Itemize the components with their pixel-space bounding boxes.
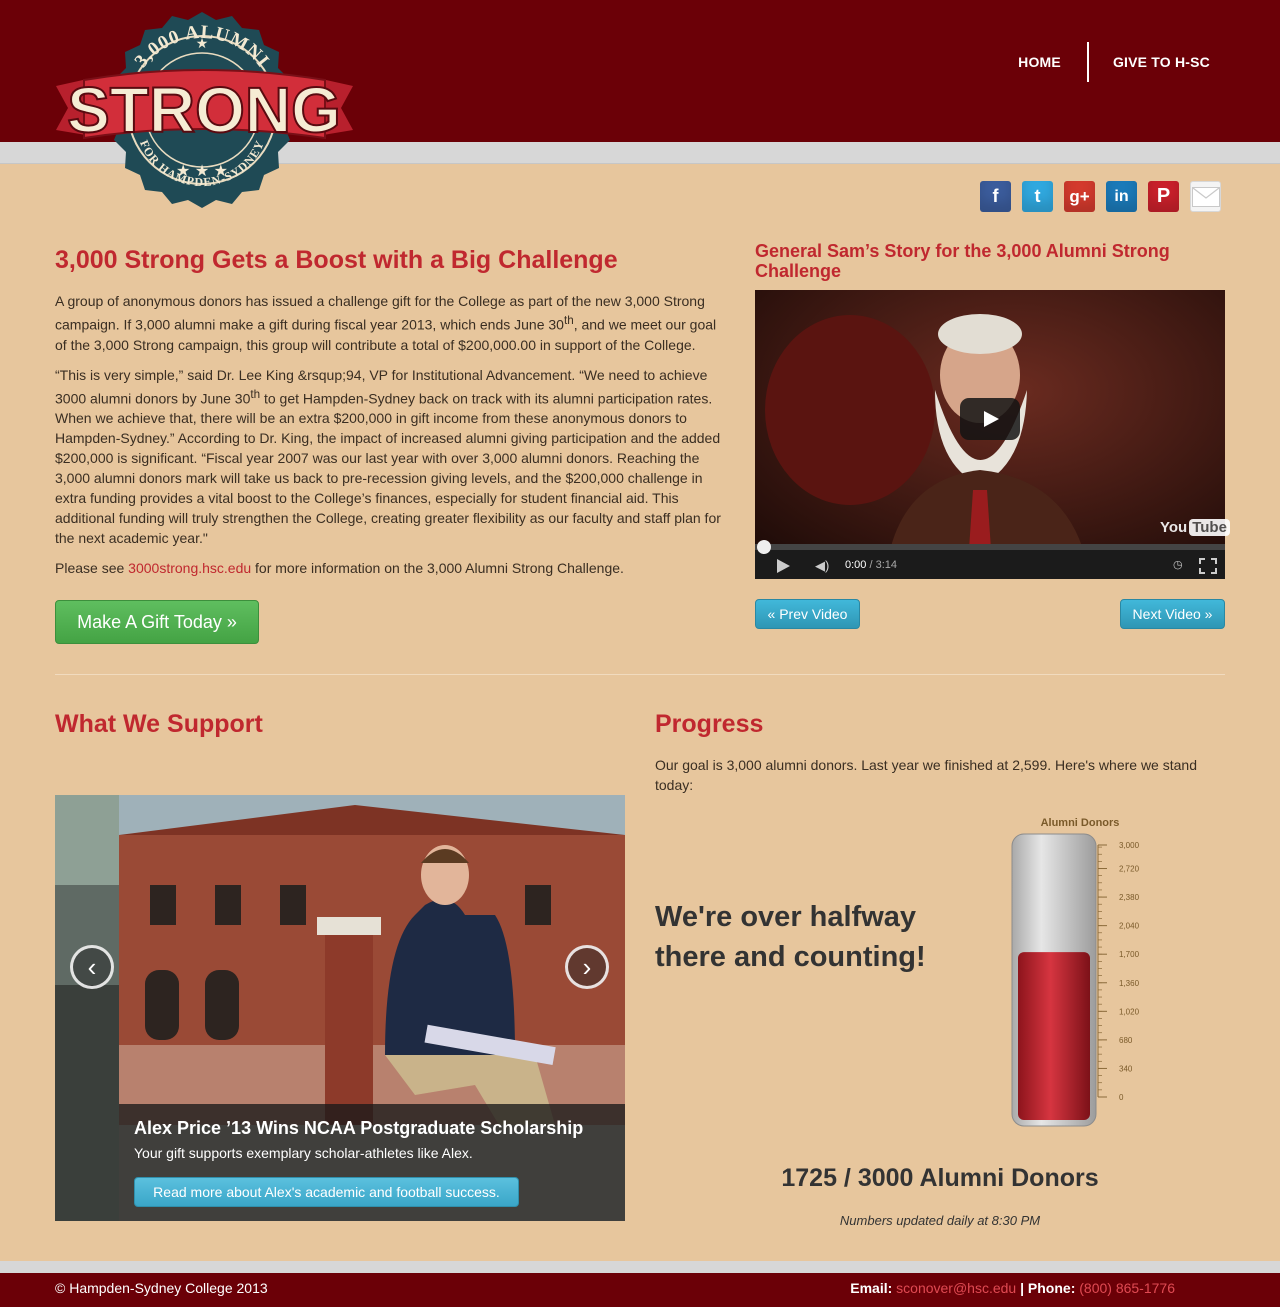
watch-later-icon[interactable]: ◷: [1173, 558, 1183, 571]
strong-logo[interactable]: 3,000 ALUMNI FOR HAMPDEN-SYDNEY STRONG ★…: [52, 8, 357, 218]
article-paragraph-2: “This is very simple,” said Dr. Lee King…: [55, 366, 721, 547]
thermometer-fill: [1018, 952, 1090, 1120]
svg-text:★ ★ ★: ★ ★ ★: [176, 163, 228, 180]
twitter-icon[interactable]: t: [1022, 181, 1053, 212]
footer-phone-link[interactable]: (800) 865-1776: [1079, 1280, 1175, 1296]
linkedin-icon[interactable]: in: [1106, 181, 1137, 212]
donor-thermometer-chart: Alumni Donors 3,000 2,720 2,380 2,040 1,700 1…: [1011, 817, 1140, 1127]
article-paragraph-3: Please see 3000strong.hsc.edu for more i…: [55, 560, 624, 577]
progress-message: We're over halfway there and counting!: [655, 901, 926, 973]
tick-label: 0: [1119, 1093, 1124, 1102]
tick-label: 340: [1119, 1064, 1133, 1073]
svg-text:★: ★: [196, 35, 209, 51]
video-time: 0:00 / 3:14: [845, 559, 897, 571]
footer-strip: [0, 1261, 1280, 1273]
caption-title: Alex Price ’13 Wins NCAA Postgraduate Sc…: [134, 1118, 584, 1138]
prev-video-button[interactable]: « Prev Video: [755, 599, 860, 629]
pinterest-icon[interactable]: P: [1148, 181, 1179, 212]
section-divider: [55, 674, 1225, 675]
control-play-icon[interactable]: [777, 559, 790, 573]
campaign-site-link[interactable]: 3000strong.hsc.edu: [128, 560, 251, 576]
fullscreen-icon[interactable]: [1199, 558, 1217, 574]
make-gift-button[interactable]: Make A Gift Today »: [55, 600, 259, 644]
article-body: A group of anonymous donors has issued a…: [55, 291, 730, 588]
logo-main-text: STRONG: [67, 74, 341, 146]
tick-label: 2,040: [1119, 922, 1140, 931]
youtube-logo[interactable]: You Tube: [1160, 519, 1230, 536]
copyright: © Hampden-Sydney College 2013: [55, 1280, 268, 1296]
nav-give-link[interactable]: GIVE TO H-SC: [1113, 54, 1210, 70]
volume-icon[interactable]: ◀): [815, 558, 829, 574]
video-play-icon[interactable]: [960, 398, 1020, 440]
social-share-bar: f t g+ in P: [980, 181, 1221, 212]
support-title: What We Support: [55, 710, 263, 738]
video-controls: ◀) 0:00 / 3:14 ◷: [755, 540, 1225, 579]
chart-title: Alumni Donors: [1041, 817, 1120, 829]
email-icon[interactable]: [1190, 181, 1221, 212]
carousel-prev-icon[interactable]: ‹: [70, 945, 114, 989]
next-video-button[interactable]: Next Video »: [1120, 599, 1225, 629]
read-more-button[interactable]: Read more about Alex's academic and foot…: [134, 1177, 519, 1207]
footer-email-link[interactable]: sconover@hsc.edu: [896, 1280, 1016, 1296]
caption-subtitle: Your gift supports exemplary scholar-ath…: [134, 1145, 473, 1161]
google-plus-icon[interactable]: g+: [1064, 181, 1095, 212]
nav-separator: [1086, 42, 1089, 82]
donor-count: 1725 / 3000 Alumni Donors: [781, 1164, 1099, 1192]
article-title: 3,000 Strong Gets a Boost with a Big Cha…: [55, 246, 618, 274]
tick-label: 1,020: [1119, 1007, 1140, 1016]
site-footer: © Hampden-Sydney College 2013 Email: sco…: [0, 1273, 1280, 1307]
update-note: Numbers updated daily at 8:30 PM: [839, 1213, 1041, 1228]
carousel-caption: Alex Price ’13 Wins NCAA Postgraduate Sc…: [119, 1104, 625, 1221]
tick-label: 2,720: [1119, 865, 1140, 874]
main-nav: HOME GIVE TO H-SC: [1018, 42, 1210, 82]
tick-label: 1,360: [1119, 979, 1140, 988]
video-scrubber[interactable]: [757, 540, 771, 554]
tick-label: 680: [1119, 1036, 1133, 1045]
tick-label: 3,000: [1119, 841, 1140, 850]
video-title: General Sam’s Story for the 3,000 Alumni…: [755, 241, 1170, 281]
tick-label: 2,380: [1119, 893, 1140, 902]
progress-intro: Our goal is 3,000 alumni donors. Last ye…: [655, 757, 1197, 793]
tick-label: 1,700: [1119, 950, 1140, 959]
progress-title: Progress: [655, 710, 764, 738]
video-progress-bar[interactable]: [755, 540, 1225, 554]
footer-contact: Email: sconover@hsc.edu | Phone: (800) 8…: [850, 1280, 1175, 1296]
article-paragraph-1: A group of anonymous donors has issued a…: [55, 293, 717, 353]
carousel-next-icon[interactable]: ›: [565, 945, 609, 989]
nav-home-link[interactable]: HOME: [1018, 54, 1061, 70]
facebook-icon[interactable]: f: [980, 181, 1011, 212]
